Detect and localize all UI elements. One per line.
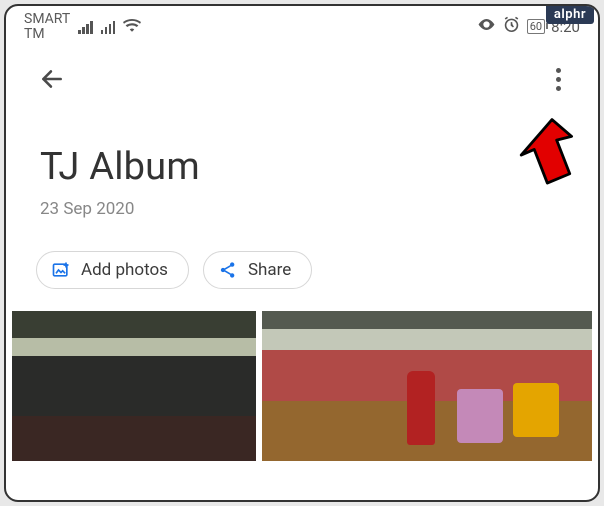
photo-thumbnail[interactable] (262, 311, 592, 461)
battery-icon: 60 (527, 19, 545, 34)
cellular-signal-icon (101, 20, 116, 34)
photo-grid (6, 311, 598, 461)
album-date: 23 Sep 2020 (40, 199, 564, 219)
more-options-button[interactable] (540, 61, 576, 97)
add-photos-button[interactable]: Add photos (36, 251, 189, 289)
add-photo-icon (51, 260, 71, 280)
photo-thumbnail[interactable] (12, 311, 256, 461)
carrier-label: SMART TM (24, 12, 70, 41)
wifi-icon (123, 18, 141, 36)
carrier-line-2: TM (24, 27, 70, 42)
back-button[interactable] (34, 61, 70, 97)
more-vert-icon (556, 68, 561, 73)
app-bar (6, 43, 598, 105)
add-photos-label: Add photos (81, 260, 168, 280)
cellular-signal-icon (78, 20, 93, 34)
eye-icon (477, 15, 496, 38)
watermark-badge: alphr (546, 6, 594, 24)
device-frame: alphr SMART TM 60 8:20 (4, 4, 600, 502)
share-button[interactable]: Share (203, 251, 312, 289)
back-arrow-icon (39, 66, 65, 92)
action-row: Add photos Share (6, 233, 598, 311)
status-bar: SMART TM 60 8:20 (6, 6, 598, 43)
battery-percent: 60 (530, 20, 542, 33)
album-header: TJ Album 23 Sep 2020 (6, 105, 598, 233)
carrier-line-1: SMART (24, 12, 70, 27)
share-icon (218, 260, 238, 280)
album-title: TJ Album (40, 145, 564, 189)
alarm-icon (502, 15, 521, 38)
share-label: Share (248, 260, 291, 280)
